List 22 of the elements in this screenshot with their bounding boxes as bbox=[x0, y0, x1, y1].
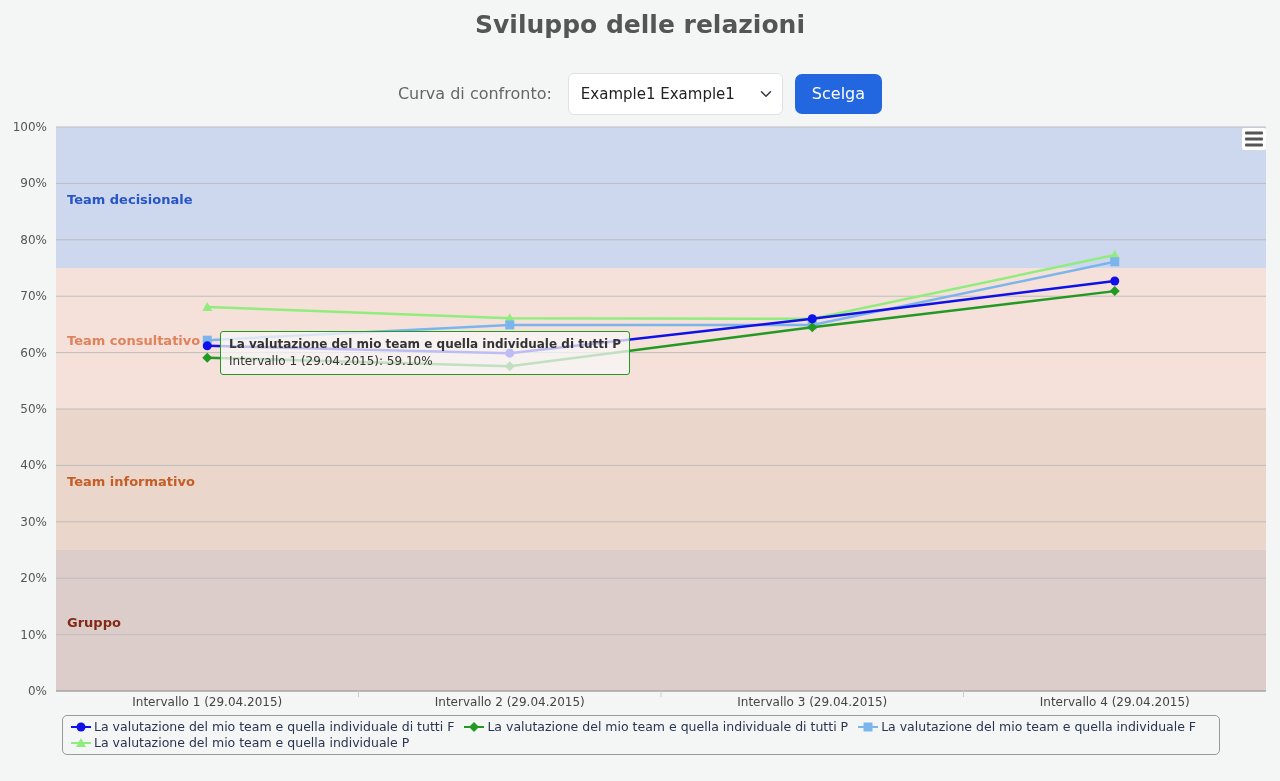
axis-label: Intervallo 4 (29.04.2015) bbox=[1039, 695, 1190, 709]
axis-label: 80% bbox=[20, 232, 47, 247]
chart-tooltip: La valutazione del mio team e quella individuale di tutti P Intervallo 1 (29.04.2015): 59.10% bbox=[220, 331, 630, 375]
axis-label: 90% bbox=[20, 176, 47, 191]
axis-label: 70% bbox=[20, 289, 47, 304]
axis-label: Intervallo 1 (29.04.2015) bbox=[132, 695, 283, 709]
axis-label: 60% bbox=[20, 345, 47, 360]
axis-label: 40% bbox=[20, 458, 47, 473]
band-label: Gruppo bbox=[67, 614, 121, 630]
band-label: Team informativo bbox=[67, 473, 195, 489]
axis-label: Intervallo 2 (29.04.2015) bbox=[434, 695, 585, 709]
band-label: Team consultativo bbox=[67, 332, 201, 348]
axis-label: 100% bbox=[12, 120, 47, 134]
page-title: Sviluppo delle relazioni bbox=[474, 9, 806, 41]
axis-label: 30% bbox=[20, 514, 47, 529]
axis-label: Intervallo 3 (29.04.2015) bbox=[737, 695, 888, 709]
axis-label: 10% bbox=[20, 627, 47, 642]
band-label: Team decisionale bbox=[67, 191, 193, 207]
axis-label: 0% bbox=[27, 684, 47, 698]
axis-label: 20% bbox=[20, 571, 47, 586]
axis-label: 50% bbox=[20, 402, 47, 416]
compare-label: Curva di confronto: bbox=[397, 83, 552, 105]
